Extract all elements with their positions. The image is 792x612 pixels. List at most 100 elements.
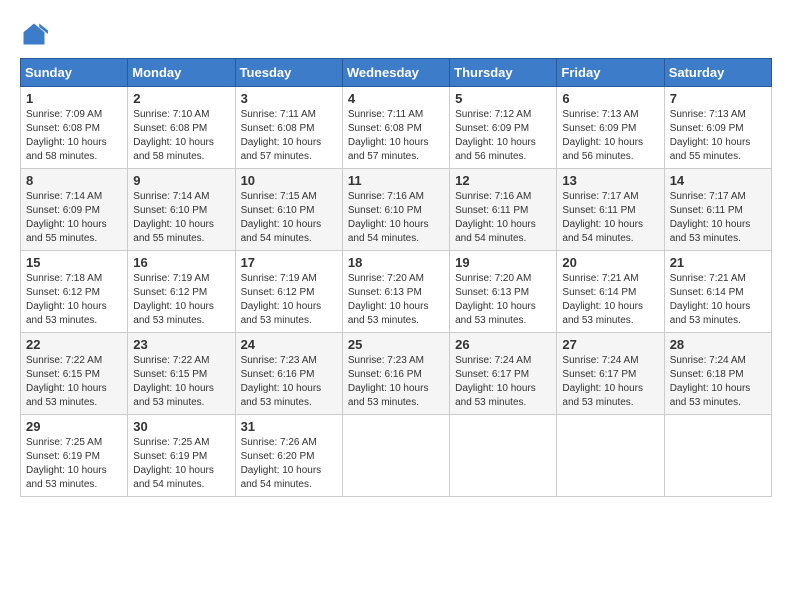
calendar-cell: 25Sunrise: 7:23 AM Sunset: 6:16 PM Dayli…	[342, 333, 449, 415]
calendar-cell: 27 Sunrise: 7:24 AM Sunset: 6:17 PM Dayli…	[557, 333, 664, 415]
day-number: 25	[348, 337, 444, 352]
day-number: 5	[455, 91, 551, 106]
day-info: Sunrise: 7:11 AM Sunset: 6:08 PM Dayligh…	[348, 108, 444, 164]
day-number: 11	[348, 173, 444, 188]
calendar-cell	[450, 415, 557, 497]
weekday-header: Wednesday	[342, 59, 449, 87]
day-info: Sunrise: 7:11 AM Sunset: 6:08 PM Dayligh…	[241, 108, 337, 164]
day-info: Sunrise: 7:19 AM Sunset: 6:12 PM Dayligh…	[133, 272, 229, 328]
day-number: 23	[133, 337, 229, 352]
day-number: 6	[562, 91, 658, 106]
calendar-week-row: 15Sunrise: 7:18 AM Sunset: 6:12 PM Dayli…	[21, 251, 772, 333]
day-info: Sunrise: 7:16 AM Sunset: 6:10 PM Dayligh…	[348, 190, 444, 246]
calendar-cell: 22 Sunrise: 7:22 AM Sunset: 6:15 PM Dayli…	[21, 333, 128, 415]
day-number: 18	[348, 255, 444, 270]
day-info: Sunrise: 7:21 AM Sunset: 6:14 PM Dayligh…	[670, 272, 766, 328]
calendar-cell: 18 Sunrise: 7:20 AM Sunset: 6:13 PM Dayli…	[342, 251, 449, 333]
calendar-cell: 1Sunrise: 7:09 AM Sunset: 6:08 PM Daylig…	[21, 87, 128, 169]
calendar-cell: 11 Sunrise: 7:16 AM Sunset: 6:10 PM Dayli…	[342, 169, 449, 251]
calendar-cell: 14 Sunrise: 7:17 AM Sunset: 6:11 PM Dayli…	[664, 169, 771, 251]
calendar-cell: 31 Sunrise: 7:26 AM Sunset: 6:20 PM Dayli…	[235, 415, 342, 497]
calendar-cell: 4 Sunrise: 7:11 AM Sunset: 6:08 PM Daylig…	[342, 87, 449, 169]
calendar-cell: 9 Sunrise: 7:14 AM Sunset: 6:10 PM Daylig…	[128, 169, 235, 251]
day-info: Sunrise: 7:14 AM Sunset: 6:09 PM Dayligh…	[26, 190, 122, 246]
calendar-cell	[342, 415, 449, 497]
weekday-header: Thursday	[450, 59, 557, 87]
day-number: 15	[26, 255, 122, 270]
calendar-cell: 7Sunrise: 7:13 AM Sunset: 6:09 PM Daylig…	[664, 87, 771, 169]
day-number: 17	[241, 255, 337, 270]
day-number: 27	[562, 337, 658, 352]
day-info: Sunrise: 7:13 AM Sunset: 6:09 PM Dayligh…	[562, 108, 658, 164]
day-number: 4	[348, 91, 444, 106]
day-number: 29	[26, 419, 122, 434]
calendar-week-row: 8 Sunrise: 7:14 AM Sunset: 6:09 PM Daylig…	[21, 169, 772, 251]
day-number: 3	[241, 91, 337, 106]
calendar-cell: 23 Sunrise: 7:22 AM Sunset: 6:15 PM Dayli…	[128, 333, 235, 415]
day-number: 22	[26, 337, 122, 352]
day-info: Sunrise: 7:20 AM Sunset: 6:13 PM Dayligh…	[348, 272, 444, 328]
day-info: Sunrise: 7:17 AM Sunset: 6:11 PM Dayligh…	[562, 190, 658, 246]
calendar-cell: 17 Sunrise: 7:19 AM Sunset: 6:12 PM Dayli…	[235, 251, 342, 333]
calendar-cell: 19 Sunrise: 7:20 AM Sunset: 6:13 PM Dayli…	[450, 251, 557, 333]
day-info: Sunrise: 7:19 AM Sunset: 6:12 PM Dayligh…	[241, 272, 337, 328]
day-number: 2	[133, 91, 229, 106]
day-info: Sunrise: 7:14 AM Sunset: 6:10 PM Dayligh…	[133, 190, 229, 246]
calendar-cell: 10 Sunrise: 7:15 AM Sunset: 6:10 PM Dayli…	[235, 169, 342, 251]
calendar-cell: 24Sunrise: 7:23 AM Sunset: 6:16 PM Dayli…	[235, 333, 342, 415]
day-number: 19	[455, 255, 551, 270]
calendar-week-row: 1Sunrise: 7:09 AM Sunset: 6:08 PM Daylig…	[21, 87, 772, 169]
day-info: Sunrise: 7:26 AM Sunset: 6:20 PM Dayligh…	[241, 436, 337, 492]
calendar-cell: 15Sunrise: 7:18 AM Sunset: 6:12 PM Dayli…	[21, 251, 128, 333]
day-number: 24	[241, 337, 337, 352]
weekday-header: Sunday	[21, 59, 128, 87]
day-number: 14	[670, 173, 766, 188]
day-number: 8	[26, 173, 122, 188]
weekday-header: Monday	[128, 59, 235, 87]
calendar-week-row: 29 Sunrise: 7:25 AM Sunset: 6:19 PM Dayli…	[21, 415, 772, 497]
day-number: 21	[670, 255, 766, 270]
day-info: Sunrise: 7:21 AM Sunset: 6:14 PM Dayligh…	[562, 272, 658, 328]
calendar-cell: 21 Sunrise: 7:21 AM Sunset: 6:14 PM Dayli…	[664, 251, 771, 333]
weekday-header: Saturday	[664, 59, 771, 87]
calendar-cell	[664, 415, 771, 497]
calendar-cell: 5Sunrise: 7:12 AM Sunset: 6:09 PM Daylig…	[450, 87, 557, 169]
day-number: 7	[670, 91, 766, 106]
calendar-cell	[557, 415, 664, 497]
calendar-cell: 12 Sunrise: 7:16 AM Sunset: 6:11 PM Dayli…	[450, 169, 557, 251]
logo	[20, 20, 52, 48]
day-number: 20	[562, 255, 658, 270]
calendar-cell: 29Sunrise: 7:25 AM Sunset: 6:19 PM Dayli…	[21, 415, 128, 497]
day-info: Sunrise: 7:22 AM Sunset: 6:15 PM Dayligh…	[133, 354, 229, 410]
calendar-cell: 2 Sunrise: 7:10 AM Sunset: 6:08 PM Daylig…	[128, 87, 235, 169]
day-number: 30	[133, 419, 229, 434]
day-number: 10	[241, 173, 337, 188]
day-info: Sunrise: 7:17 AM Sunset: 6:11 PM Dayligh…	[670, 190, 766, 246]
day-info: Sunrise: 7:20 AM Sunset: 6:13 PM Dayligh…	[455, 272, 551, 328]
day-info: Sunrise: 7:16 AM Sunset: 6:11 PM Dayligh…	[455, 190, 551, 246]
calendar-cell: 26Sunrise: 7:24 AM Sunset: 6:17 PM Dayli…	[450, 333, 557, 415]
calendar-cell: 28Sunrise: 7:24 AM Sunset: 6:18 PM Dayli…	[664, 333, 771, 415]
day-info: Sunrise: 7:24 AM Sunset: 6:17 PM Dayligh…	[562, 354, 658, 410]
calendar-week-row: 22 Sunrise: 7:22 AM Sunset: 6:15 PM Dayli…	[21, 333, 772, 415]
day-number: 13	[562, 173, 658, 188]
calendar-cell: 8 Sunrise: 7:14 AM Sunset: 6:09 PM Daylig…	[21, 169, 128, 251]
day-number: 1	[26, 91, 122, 106]
day-number: 31	[241, 419, 337, 434]
calendar-cell: 20 Sunrise: 7:21 AM Sunset: 6:14 PM Dayli…	[557, 251, 664, 333]
day-number: 16	[133, 255, 229, 270]
weekday-header: Tuesday	[235, 59, 342, 87]
calendar-cell: 13 Sunrise: 7:17 AM Sunset: 6:11 PM Dayli…	[557, 169, 664, 251]
day-number: 9	[133, 173, 229, 188]
calendar-cell: 6 Sunrise: 7:13 AM Sunset: 6:09 PM Daylig…	[557, 87, 664, 169]
day-info: Sunrise: 7:15 AM Sunset: 6:10 PM Dayligh…	[241, 190, 337, 246]
logo-icon	[20, 20, 48, 48]
day-info: Sunrise: 7:25 AM Sunset: 6:19 PM Dayligh…	[133, 436, 229, 492]
day-info: Sunrise: 7:10 AM Sunset: 6:08 PM Dayligh…	[133, 108, 229, 164]
day-number: 26	[455, 337, 551, 352]
weekday-header-row: SundayMondayTuesdayWednesdayThursdayFrid…	[21, 59, 772, 87]
day-info: Sunrise: 7:22 AM Sunset: 6:15 PM Dayligh…	[26, 354, 122, 410]
weekday-header: Friday	[557, 59, 664, 87]
day-number: 12	[455, 173, 551, 188]
day-info: Sunrise: 7:24 AM Sunset: 6:18 PM Dayligh…	[670, 354, 766, 410]
